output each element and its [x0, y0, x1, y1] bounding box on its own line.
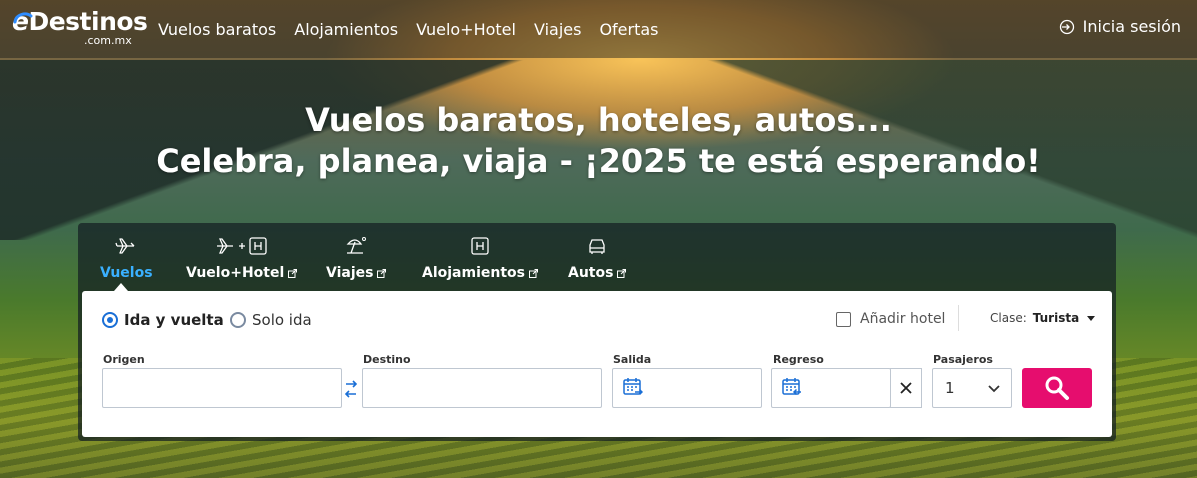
- flight-search-form: Ida y vuelta Solo ida Añadir hotel Clase…: [82, 291, 1112, 437]
- plane-hotel-icon: [216, 237, 267, 255]
- radio-ida-y-vuelta[interactable]: Ida y vuelta: [102, 311, 224, 329]
- hero-line-1: Vuelos baratos, hoteles, autos...: [305, 101, 892, 139]
- class-value: Turista: [1032, 311, 1080, 325]
- top-nav: eDestinos .com.mx Vuelos baratos Alojami…: [0, 0, 1197, 58]
- salida-label: Salida: [613, 353, 652, 366]
- regreso-date-input[interactable]: [771, 368, 891, 408]
- tab-alojamientos[interactable]: Alojamientos: [422, 233, 538, 281]
- nav-viajes[interactable]: Viajes: [534, 20, 581, 39]
- beach-icon: [346, 237, 367, 254]
- close-icon: [899, 382, 912, 394]
- login-button[interactable]: Inicia sesión: [1059, 17, 1181, 36]
- plane-icon: [115, 238, 135, 254]
- search-button[interactable]: [1022, 368, 1092, 408]
- logo-swoosh-icon: [13, 12, 33, 24]
- tab-vuelo-hotel-label: Vuelo+Hotel: [186, 265, 285, 281]
- radio-dot: [230, 312, 246, 328]
- origen-input[interactable]: [102, 368, 342, 408]
- origen-label: Origen: [103, 353, 145, 366]
- nav-ofertas[interactable]: Ofertas: [599, 20, 658, 39]
- radio-solo-ida[interactable]: Solo ida: [230, 311, 312, 329]
- tab-vuelos[interactable]: Vuelos: [100, 233, 153, 281]
- clear-return-button[interactable]: [890, 368, 922, 408]
- nav-vuelos-baratos[interactable]: Vuelos baratos: [158, 20, 276, 39]
- tab-vuelos-label: Vuelos: [100, 265, 153, 281]
- salida-date-input[interactable]: [612, 368, 762, 408]
- product-tabs: Vuelos Vuelo+Hotel Viajes Alojamientos A…: [78, 223, 1116, 291]
- destino-label: Destino: [363, 353, 411, 366]
- hotel-icon: [471, 237, 489, 255]
- class-selector[interactable]: Clase: Turista: [990, 311, 1096, 325]
- tab-viajes[interactable]: Viajes: [326, 233, 387, 281]
- tab-viajes-label: Viajes: [326, 265, 374, 281]
- regreso-label: Regreso: [773, 353, 824, 366]
- add-hotel-checkbox[interactable]: Añadir hotel: [836, 311, 945, 327]
- pasajeros-select[interactable]: 1: [932, 368, 1012, 408]
- external-link-icon: [288, 268, 298, 278]
- hero-line-2: Celebra, planea, viaja - ¡2025 te está e…: [156, 142, 1041, 180]
- pasajeros-value: 1: [945, 379, 955, 397]
- chevron-down-icon: [988, 385, 1000, 393]
- destino-input[interactable]: [362, 368, 602, 408]
- add-hotel-label: Añadir hotel: [860, 311, 946, 327]
- car-icon: [589, 239, 605, 254]
- nav-alojamientos[interactable]: Alojamientos: [294, 20, 398, 39]
- radio-solo-ida-label: Solo ida: [252, 311, 312, 329]
- brand-domain: .com.mx: [84, 34, 132, 47]
- checkbox-box: [836, 311, 851, 327]
- edestinos-logo[interactable]: eDestinos .com.mx: [12, 8, 148, 50]
- tab-alojamientos-label: Alojamientos: [422, 265, 525, 281]
- external-link-icon: [529, 268, 538, 278]
- tab-autos[interactable]: Autos: [568, 233, 627, 281]
- dropdown-caret-icon: [1087, 315, 1096, 321]
- hero-headline: Vuelos baratos, hoteles, autos... Celebr…: [0, 100, 1197, 182]
- external-link-icon: [377, 268, 387, 278]
- active-tab-caret: [114, 283, 128, 291]
- class-label: Clase:: [990, 311, 1027, 325]
- login-icon: [1059, 19, 1074, 34]
- search-icon: [1045, 376, 1069, 400]
- pasajeros-label: Pasajeros: [933, 353, 993, 366]
- divider: [958, 305, 959, 331]
- tab-vuelo-hotel[interactable]: Vuelo+Hotel: [186, 233, 298, 281]
- radio-ida-y-vuelta-label: Ida y vuelta: [124, 311, 224, 329]
- calendar-depart-icon: [623, 378, 643, 396]
- calendar-return-icon: [782, 378, 801, 396]
- login-label: Inicia sesión: [1082, 17, 1181, 36]
- swap-arrows-icon[interactable]: [344, 377, 358, 401]
- radio-dot: [102, 312, 118, 328]
- nav-vuelo-hotel[interactable]: Vuelo+Hotel: [416, 20, 516, 39]
- tab-autos-label: Autos: [568, 265, 614, 281]
- external-link-icon: [617, 268, 627, 278]
- search-panel: Vuelos Vuelo+Hotel Viajes Alojamientos A…: [78, 223, 1116, 441]
- main-menu: Vuelos baratos Alojamientos Vuelo+Hotel …: [158, 0, 659, 58]
